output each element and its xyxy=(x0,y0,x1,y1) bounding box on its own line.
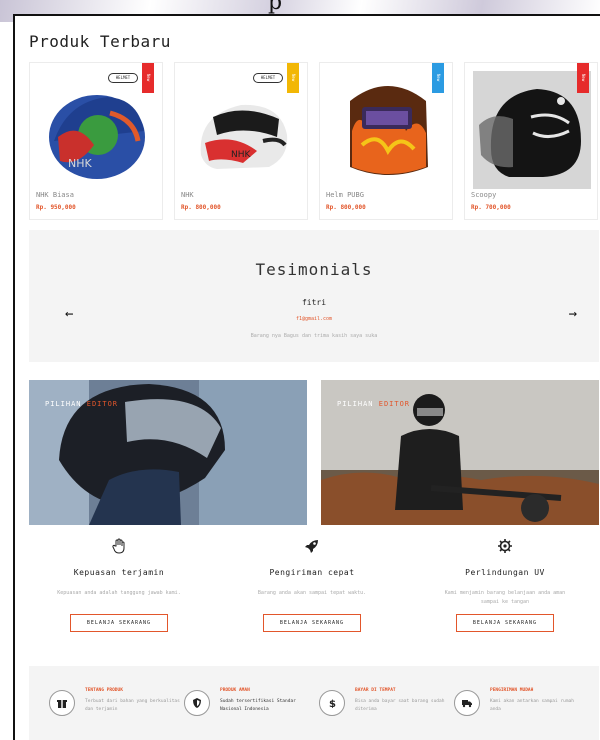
service-description: Terbuat dari bahan yang berkualitas dan … xyxy=(85,699,180,712)
section-title: Produk Terbaru xyxy=(29,32,171,51)
product-name: NHK xyxy=(181,191,194,199)
service-title: PRODUK AMAN xyxy=(220,688,250,693)
feature-card: Kepuasan terjamin Kepuasan anda adalah t… xyxy=(29,538,209,632)
feature-title: Perlindungan UV xyxy=(465,568,545,577)
feature-title: Kepuasan terjamin xyxy=(73,568,165,577)
dollar-icon: $ xyxy=(329,699,336,708)
service-icon-circle xyxy=(454,690,480,716)
feature-description: Kami menjamin barang belanjaan anda aman… xyxy=(444,590,566,605)
editor-banner[interactable]: PILIHAN EDITOR xyxy=(321,380,599,525)
hand-icon xyxy=(112,538,125,554)
product-image-helmet-black-scoopy xyxy=(473,71,591,189)
service-item: TENTANG PRODUK Terbuat dari bahan yang b… xyxy=(49,686,184,736)
service-icon-circle xyxy=(49,690,75,716)
service-description: Bisa anda bayar saat barang sudah diteri… xyxy=(355,699,445,712)
product-price: Rp. 800,000 xyxy=(326,204,366,211)
service-icon-circle xyxy=(184,690,210,716)
banner-label-primary: PILIHAN xyxy=(45,400,82,408)
service-icon-circle: $ xyxy=(319,690,345,716)
feature-title: Pengiriman cepat xyxy=(269,568,355,577)
brand-logo: HELMET xyxy=(108,73,138,83)
testimonial-name: fitri xyxy=(301,298,327,307)
shop-now-button[interactable]: BELANJA SEKARANG xyxy=(456,614,554,632)
banner-label-primary: PILIHAN xyxy=(337,400,374,408)
service-description: Sudah tersertifikasi Standar Nasional In… xyxy=(220,699,296,712)
arrow-right-icon[interactable]: → xyxy=(569,306,577,322)
testimonial-text: Barang nya Bagus dan trima kasih saya su… xyxy=(250,333,378,339)
product-price: Rp. 700,000 xyxy=(471,204,511,211)
service-title: TENTANG PRODUK xyxy=(85,688,123,693)
page-frame: Produk Terbaru NHK HELMET New NHK Biasa … xyxy=(13,14,600,740)
shop-now-button[interactable]: BELANJA SEKARANG xyxy=(70,614,168,632)
testimonials-section: Tesimonials ← fitri f1@gmail.com Barang … xyxy=(29,230,599,362)
product-price: Rp. 800,000 xyxy=(181,204,221,211)
services-bar: TENTANG PRODUK Terbuat dari bahan yang b… xyxy=(29,666,599,740)
feature-card: Pengiriman cepat Barang anda akan sampai… xyxy=(222,538,402,632)
testimonials-title: Tesimonials xyxy=(255,260,373,279)
feature-description: Barang anda akan sampai tepat waktu. xyxy=(257,590,367,596)
shield-icon xyxy=(193,698,201,708)
service-item: $ BAYAR DI TEMPAT Bisa anda bayar saat b… xyxy=(319,686,454,736)
new-ribbon: New xyxy=(432,63,444,93)
new-ribbon: New xyxy=(142,63,154,93)
product-image-helmet-white-red: NHK xyxy=(200,104,288,169)
testimonial-email: f1@gmail.com xyxy=(295,316,333,322)
product-card[interactable]: NHK HELMET New NHK Biasa Rp. 950,000 xyxy=(29,62,163,220)
rocket-icon xyxy=(305,540,318,553)
product-card[interactable]: New Helm PUBG Rp. 800,000 xyxy=(319,62,453,220)
product-image-helmet-colorful: NHK xyxy=(49,95,145,179)
service-item: PRODUK AMAN Sudah tersertifikasi Standar… xyxy=(184,686,319,736)
svg-text:NHK: NHK xyxy=(231,150,252,160)
product-name: Helm PUBG xyxy=(326,191,364,199)
feature-description: Kepuasan anda adalah tanggung jawab kami… xyxy=(57,590,181,596)
svg-text:NHK: NHK xyxy=(68,157,93,170)
shop-now-button[interactable]: BELANJA SEKARANG xyxy=(263,614,361,632)
product-price: Rp. 950,000 xyxy=(36,204,76,211)
top-cut-text: p xyxy=(268,0,283,15)
truck-icon xyxy=(462,700,472,708)
gear-icon xyxy=(498,539,512,553)
svg-text:$: $ xyxy=(329,699,336,708)
banner-label: PILIHAN EDITOR xyxy=(45,400,118,408)
banner-label-highlight: EDITOR xyxy=(86,400,119,408)
product-image-welding-helmet xyxy=(350,86,428,175)
service-title: BAYAR DI TEMPAT xyxy=(355,688,396,693)
new-ribbon: New xyxy=(287,63,299,93)
service-item: PENGIRIMAN MUDAH Kami akan antarkan samp… xyxy=(454,686,589,736)
editor-banner[interactable]: PILIHAN EDITOR xyxy=(29,380,307,525)
product-card[interactable]: New Scoopy Rp. 700,000 xyxy=(464,62,598,220)
feature-card: Perlindungan UV Kami menjamin barang bel… xyxy=(415,538,595,632)
product-name: NHK Biasa xyxy=(36,191,74,199)
service-title: PENGIRIMAN MUDAH xyxy=(490,688,534,693)
product-card[interactable]: NHK HELMET New NHK Rp. 800,000 xyxy=(174,62,308,220)
brand-logo: HELMET xyxy=(253,73,283,83)
new-ribbon: New xyxy=(577,63,589,93)
banner-label: PILIHAN EDITOR xyxy=(337,400,410,408)
product-name: Scoopy xyxy=(471,191,497,199)
gift-icon xyxy=(57,700,67,708)
service-description: Kami akan antarkan sampai rumah anda xyxy=(490,699,574,712)
banner-label-highlight: EDITOR xyxy=(378,400,411,408)
